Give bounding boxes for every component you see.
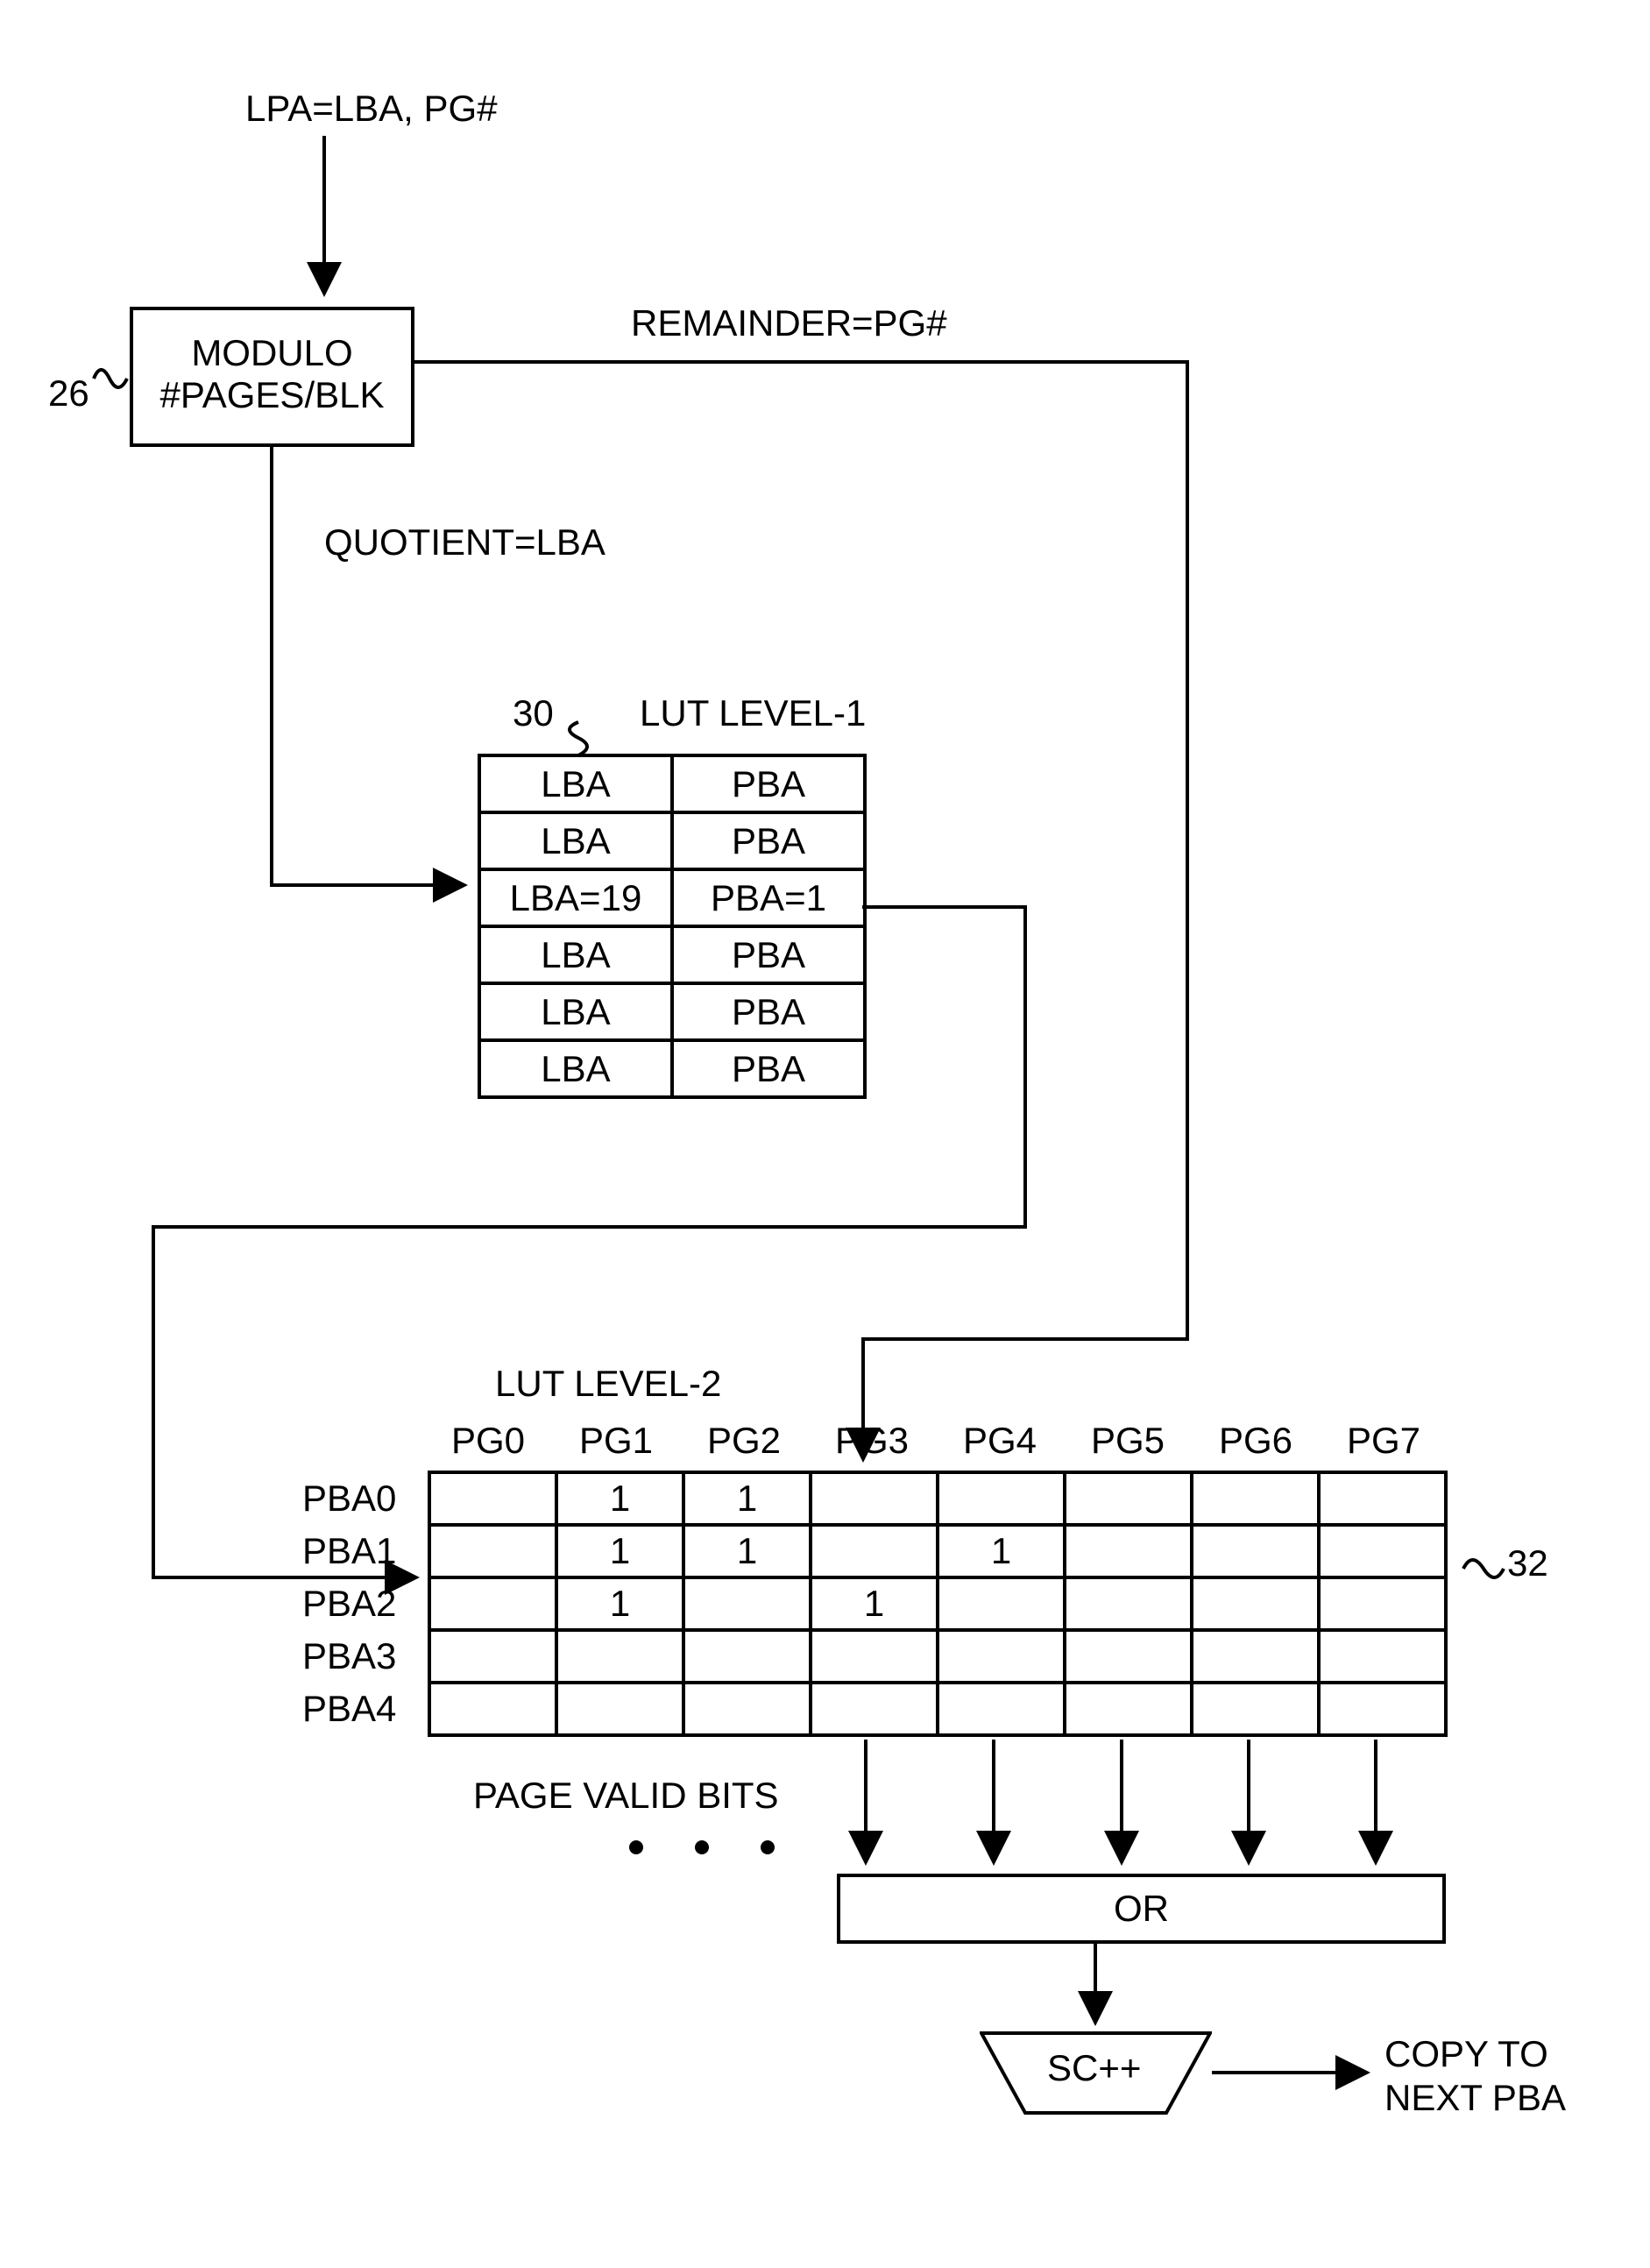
lut2-row-label: PBA1 <box>302 1530 396 1572</box>
lut2-cell: 1 <box>556 1525 683 1577</box>
lut1-cell-lba: LBA=19 <box>479 869 672 926</box>
lut2-cell <box>1192 1472 1319 1525</box>
lut1-cell-pba: PBA <box>672 983 865 1040</box>
lut1-cell-pba: PBA <box>672 1040 865 1097</box>
copy-line1: COPY TO <box>1384 2033 1548 2075</box>
modulo-block: MODULO #PAGES/BLK <box>130 307 414 447</box>
lut2-col-header: PG6 <box>1219 1420 1292 1462</box>
arrow <box>272 447 464 885</box>
ellipsis-dot <box>761 1840 775 1854</box>
lut2-cell <box>683 1683 811 1735</box>
lut2-table: 1111111 <box>428 1471 1448 1737</box>
page-valid-bits-label: PAGE VALID BITS <box>473 1775 779 1817</box>
lut2-row-label: PBA3 <box>302 1635 396 1677</box>
lut2-cell <box>429 1630 556 1683</box>
lut2-row-label: PBA0 <box>302 1478 396 1520</box>
or-block: OR <box>837 1874 1446 1944</box>
lut2-row-label: PBA2 <box>302 1583 396 1625</box>
lut2-cell <box>811 1472 938 1525</box>
lut2-col-header: PG7 <box>1347 1420 1420 1462</box>
remainder-label: REMAINDER=PG# <box>631 302 947 344</box>
lut1-cell-lba: LBA <box>479 926 672 983</box>
ref-26: 26 <box>48 372 89 415</box>
lut2-cell <box>556 1683 683 1735</box>
lut2-cell: 1 <box>811 1577 938 1630</box>
lut2-cell <box>429 1472 556 1525</box>
squiggle-icon <box>92 361 131 396</box>
lut2-cell <box>938 1630 1065 1683</box>
modulo-line2: #PAGES/BLK <box>133 374 411 416</box>
lut1-cell-pba: PBA <box>672 812 865 869</box>
lut2-title: LUT LEVEL-2 <box>495 1363 721 1405</box>
lut2-cell: 1 <box>938 1525 1065 1577</box>
sc-label: SC++ <box>1047 2047 1141 2089</box>
lut2-cell <box>1192 1630 1319 1683</box>
modulo-line1: MODULO <box>133 332 411 374</box>
lut2-cell <box>683 1630 811 1683</box>
lut2-cell <box>1192 1577 1319 1630</box>
lut2-col-header: PG0 <box>451 1420 525 1462</box>
ref-30: 30 <box>513 692 554 734</box>
lut2-cell: 1 <box>683 1472 811 1525</box>
lut1-cell-lba: LBA <box>479 983 672 1040</box>
lut2-cell <box>556 1630 683 1683</box>
lut2-cell <box>938 1683 1065 1735</box>
copy-line2: NEXT PBA <box>1384 2077 1566 2119</box>
lut2-cell <box>1065 1630 1192 1683</box>
lut1-cell-pba: PBA <box>672 926 865 983</box>
lut2-cell <box>1192 1525 1319 1577</box>
ellipsis-dot <box>695 1840 709 1854</box>
lut2-cell <box>683 1577 811 1630</box>
squiggle-icon <box>1462 1551 1505 1586</box>
lut2-col-header: PG4 <box>963 1420 1037 1462</box>
lut2-col-header: PG5 <box>1091 1420 1165 1462</box>
lut2-cell <box>1192 1683 1319 1735</box>
lut2-col-header: PG2 <box>707 1420 781 1462</box>
lut1-cell-lba: LBA <box>479 812 672 869</box>
quotient-label: QUOTIENT=LBA <box>324 521 605 563</box>
ellipsis-dot <box>629 1840 643 1854</box>
lut1-cell-pba: PBA <box>672 755 865 812</box>
lut1-title: LUT LEVEL-1 <box>640 692 866 734</box>
lut2-cell <box>811 1525 938 1577</box>
lut2-cell <box>1319 1683 1446 1735</box>
lut2-col-header: PG1 <box>579 1420 653 1462</box>
lut2-col-header: PG3 <box>835 1420 909 1462</box>
lut2-cell <box>938 1472 1065 1525</box>
lut2-cell <box>1319 1630 1446 1683</box>
lut2-cell <box>1065 1525 1192 1577</box>
lut2-cell <box>1319 1472 1446 1525</box>
lut2-cell <box>429 1525 556 1577</box>
lut2-cell <box>811 1630 938 1683</box>
lut2-cell <box>811 1683 938 1735</box>
lut2-cell <box>1065 1577 1192 1630</box>
lut2-cell <box>429 1683 556 1735</box>
lut2-cell <box>938 1577 1065 1630</box>
lut2-cell <box>429 1577 556 1630</box>
lut2-cell <box>1319 1577 1446 1630</box>
lut2-cell: 1 <box>556 1472 683 1525</box>
lut2-cell: 1 <box>556 1577 683 1630</box>
lut2-cell <box>1065 1683 1192 1735</box>
lut1-cell-lba: LBA <box>479 1040 672 1097</box>
lut2-row-label: PBA4 <box>302 1688 396 1730</box>
lut1-cell-pba: PBA=1 <box>672 869 865 926</box>
lut1-cell-lba: LBA <box>479 755 672 812</box>
ref-32: 32 <box>1507 1542 1548 1584</box>
input-label: LPA=LBA, PG# <box>245 88 498 130</box>
lut2-cell: 1 <box>683 1525 811 1577</box>
lut2-cell <box>1319 1525 1446 1577</box>
lut2-cell <box>1065 1472 1192 1525</box>
lut1-table: LBAPBALBAPBALBA=19PBA=1LBAPBALBAPBALBAPB… <box>478 754 867 1099</box>
